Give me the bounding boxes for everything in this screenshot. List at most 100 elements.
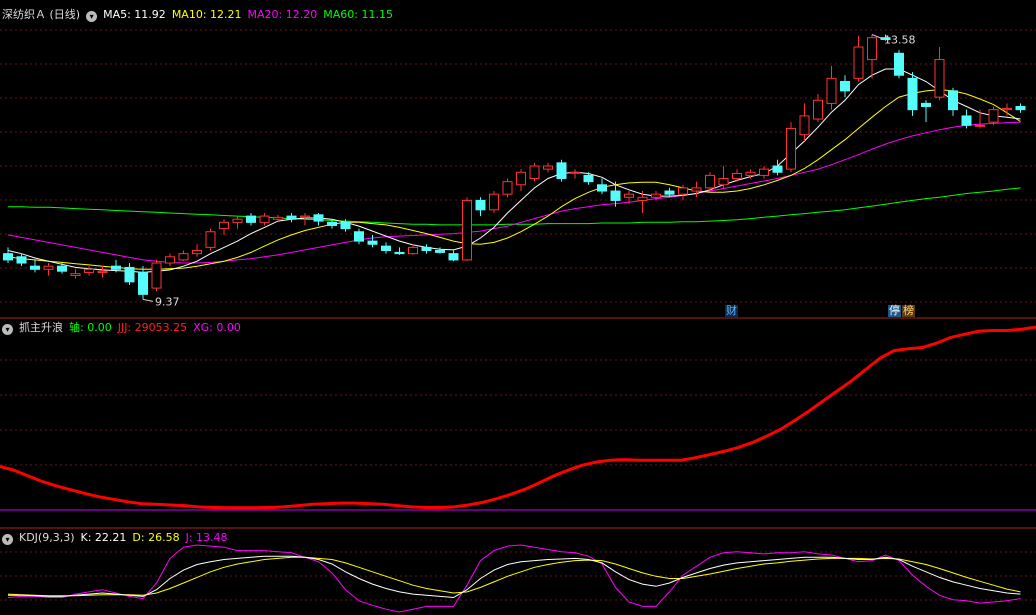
candle-body — [705, 174, 715, 189]
ind1-title[interactable]: 抓主升浪 — [19, 321, 63, 334]
candle-body — [516, 171, 526, 186]
candle-body — [435, 250, 445, 253]
candle-body — [732, 173, 742, 180]
candle-body — [826, 77, 837, 104]
ranking-badge[interactable]: 榜 — [902, 305, 915, 317]
candle-body — [867, 37, 877, 61]
candle-body — [340, 221, 351, 230]
candle-body — [502, 181, 513, 195]
candle-body — [556, 162, 567, 180]
candle-body — [907, 77, 918, 111]
k-label: K: 22.21 — [80, 531, 127, 544]
settings-dot-icon[interactable]: ▾ — [86, 11, 98, 22]
ma5-line — [7, 68, 1021, 273]
candle-body — [664, 190, 675, 195]
ma10-line — [7, 89, 1021, 270]
ma20-line — [7, 121, 1021, 264]
candle-body — [124, 266, 135, 283]
candle-body — [219, 221, 229, 230]
candle-body — [1002, 107, 1012, 111]
candle-body — [327, 221, 337, 226]
candle-body — [232, 218, 243, 223]
high-price-label: 13.58 — [884, 34, 916, 47]
ma5-label: MA5: 11.92 — [103, 8, 166, 21]
candle-body — [259, 215, 270, 223]
candle-body — [678, 187, 688, 195]
xg-label: XG: 0.00 — [193, 321, 241, 334]
ind1-header: ▾ 抓主升浪 轴: 0.00 JJJ: 29053.25 XG: 0.00 — [2, 321, 247, 335]
candle-body — [786, 127, 796, 170]
candle-body — [111, 265, 121, 270]
candle-body — [489, 193, 499, 211]
candle-body — [273, 216, 283, 220]
candle-body — [624, 193, 634, 198]
main-header: 深纺织Ａ (日线) ▾ MA5: 11.92 MA10: 12.21 MA20: 12.… — [2, 8, 399, 22]
candle-body — [16, 256, 27, 264]
jjj-line — [0, 325, 1036, 510]
candle-body — [853, 46, 864, 79]
ind2-settings-icon[interactable]: ▾ — [2, 534, 13, 545]
jjj-label: JJJ: 29053.25 — [117, 321, 188, 334]
candle-body — [961, 115, 972, 126]
candle-body — [934, 59, 945, 98]
candle-body — [367, 240, 378, 245]
candle-body — [651, 193, 661, 198]
price-chart[interactable]: 13.58 9.37 — [0, 0, 1036, 615]
candle-body — [637, 196, 648, 201]
candle-body — [475, 199, 486, 211]
candle-body — [583, 174, 594, 183]
ma20-label: MA20: 12.20 — [247, 8, 318, 21]
j-label: J: 13.48 — [185, 531, 228, 544]
candle-body — [84, 268, 94, 273]
candle-body — [691, 187, 702, 192]
candle-body — [597, 184, 607, 192]
axis-label: 轴: 0.00 — [69, 321, 112, 334]
candle-body — [610, 190, 621, 201]
candle-body — [570, 171, 580, 174]
candle-body — [246, 215, 256, 223]
ind2-title[interactable]: KDJ(9,3,3) — [19, 531, 75, 544]
ma10-label: MA10: 12.21 — [171, 8, 242, 21]
candle-body — [286, 215, 297, 220]
candle-body — [408, 246, 418, 255]
candle-body — [799, 115, 810, 136]
candle-body — [543, 165, 553, 170]
j-line — [7, 544, 1021, 613]
candle-body — [192, 250, 202, 255]
candle-body — [948, 90, 958, 111]
candle-body — [745, 171, 756, 176]
main-title[interactable]: 深纺织Ａ (日线) — [2, 8, 80, 21]
low-marker — [142, 298, 154, 302]
suspend-badge[interactable]: 停 — [888, 305, 901, 317]
candle-body — [151, 262, 162, 289]
candle-body — [3, 253, 13, 261]
candle-body — [381, 245, 391, 252]
candle-body — [813, 99, 823, 120]
ma60-label: MA60: 11.15 — [323, 8, 393, 21]
candle-body — [975, 124, 985, 127]
d-label: D: 26.58 — [132, 531, 180, 544]
candle-body — [759, 168, 769, 176]
candle-body — [43, 265, 54, 270]
candle-body — [138, 271, 148, 295]
candle-body — [718, 178, 729, 186]
candle-body — [205, 231, 216, 248]
ind1-settings-icon[interactable]: ▾ — [2, 324, 13, 335]
candle-body — [165, 256, 175, 264]
candle-body — [529, 165, 540, 180]
candle-body — [894, 52, 904, 76]
finance-badge[interactable]: 财 — [725, 305, 738, 317]
candle-body — [921, 102, 931, 108]
candle-body — [394, 251, 405, 255]
candle-body — [462, 199, 472, 261]
candle-body — [300, 215, 310, 218]
candle-body — [840, 80, 850, 92]
candle-body — [70, 273, 81, 277]
chart-stage: 13.58 9.37 深纺织Ａ (日线) ▾ MA5: 11.92 MA10: 12.2… — [0, 0, 1036, 615]
candle-body — [1015, 106, 1026, 111]
candle-body — [30, 265, 40, 270]
low-price-label: 9.37 — [155, 295, 180, 308]
candle-body — [421, 246, 432, 252]
candle-body — [988, 109, 999, 123]
candle-body — [97, 270, 108, 273]
